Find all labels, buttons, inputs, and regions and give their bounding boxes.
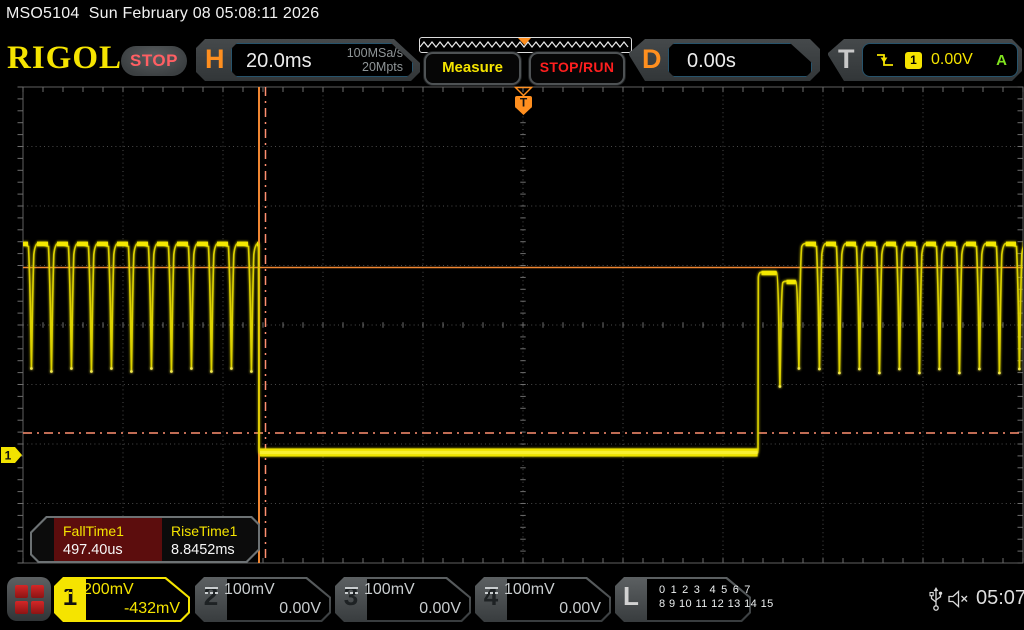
usb-icon — [928, 586, 944, 612]
sound-muted-icon[interactable] — [948, 590, 972, 608]
logic-row2: 8 9 10 11 12 13 14 15 — [659, 598, 774, 610]
graticule — [18, 87, 1024, 563]
channel3-badge[interactable]: 3 100mV 0.00V — [335, 577, 471, 622]
channel1-level-marker[interactable]: 1 — [0, 446, 24, 464]
channel1-scale: 200mV — [83, 581, 134, 599]
measurement-panel: FallTime1 497.40us RiseTime1 8.8452ms — [30, 516, 260, 563]
logic-channels-badge[interactable]: L 0 1 2 3 4 5 6 7 8 9 10 11 12 13 14 15 — [615, 577, 751, 622]
channel2-badge[interactable]: 2 100mV 0.00V — [195, 577, 331, 622]
measurement-falltime[interactable]: FallTime1 497.40us — [54, 518, 162, 561]
logic-row1: 0 1 2 3 4 5 6 7 — [659, 584, 752, 596]
system-clock: 05:07 — [976, 587, 1024, 610]
dc-coupling-icon — [63, 585, 78, 596]
channel4-offset: 0.00V — [559, 600, 601, 618]
channel1-marker-number: 1 — [5, 449, 12, 463]
dc-coupling-icon — [204, 585, 219, 596]
channel2-scale: 100mV — [224, 581, 275, 599]
channel3-offset: 0.00V — [419, 600, 461, 618]
logic-label: L — [615, 581, 647, 612]
channel3-scale: 100mV — [364, 581, 415, 599]
trigger-marker-letter: T — [520, 96, 528, 110]
dc-coupling-icon — [344, 585, 359, 596]
measurement-risetime[interactable]: RiseTime1 8.8452ms — [162, 518, 258, 561]
channel1-badge[interactable]: 1 200mV -432mV — [54, 577, 190, 622]
oscilloscope-screen: MSO5104 Sun February 08 05:08:11 2026 RI… — [0, 0, 1024, 630]
channel4-scale: 100mV — [504, 581, 555, 599]
channel2-offset: 0.00V — [279, 600, 321, 618]
trigger-position-marker[interactable]: T — [514, 86, 533, 116]
dc-coupling-icon — [484, 585, 499, 596]
channel1-offset: -432mV — [124, 600, 180, 618]
menu-grid-button[interactable] — [7, 577, 51, 621]
channel4-badge[interactable]: 4 100mV 0.00V — [475, 577, 611, 622]
